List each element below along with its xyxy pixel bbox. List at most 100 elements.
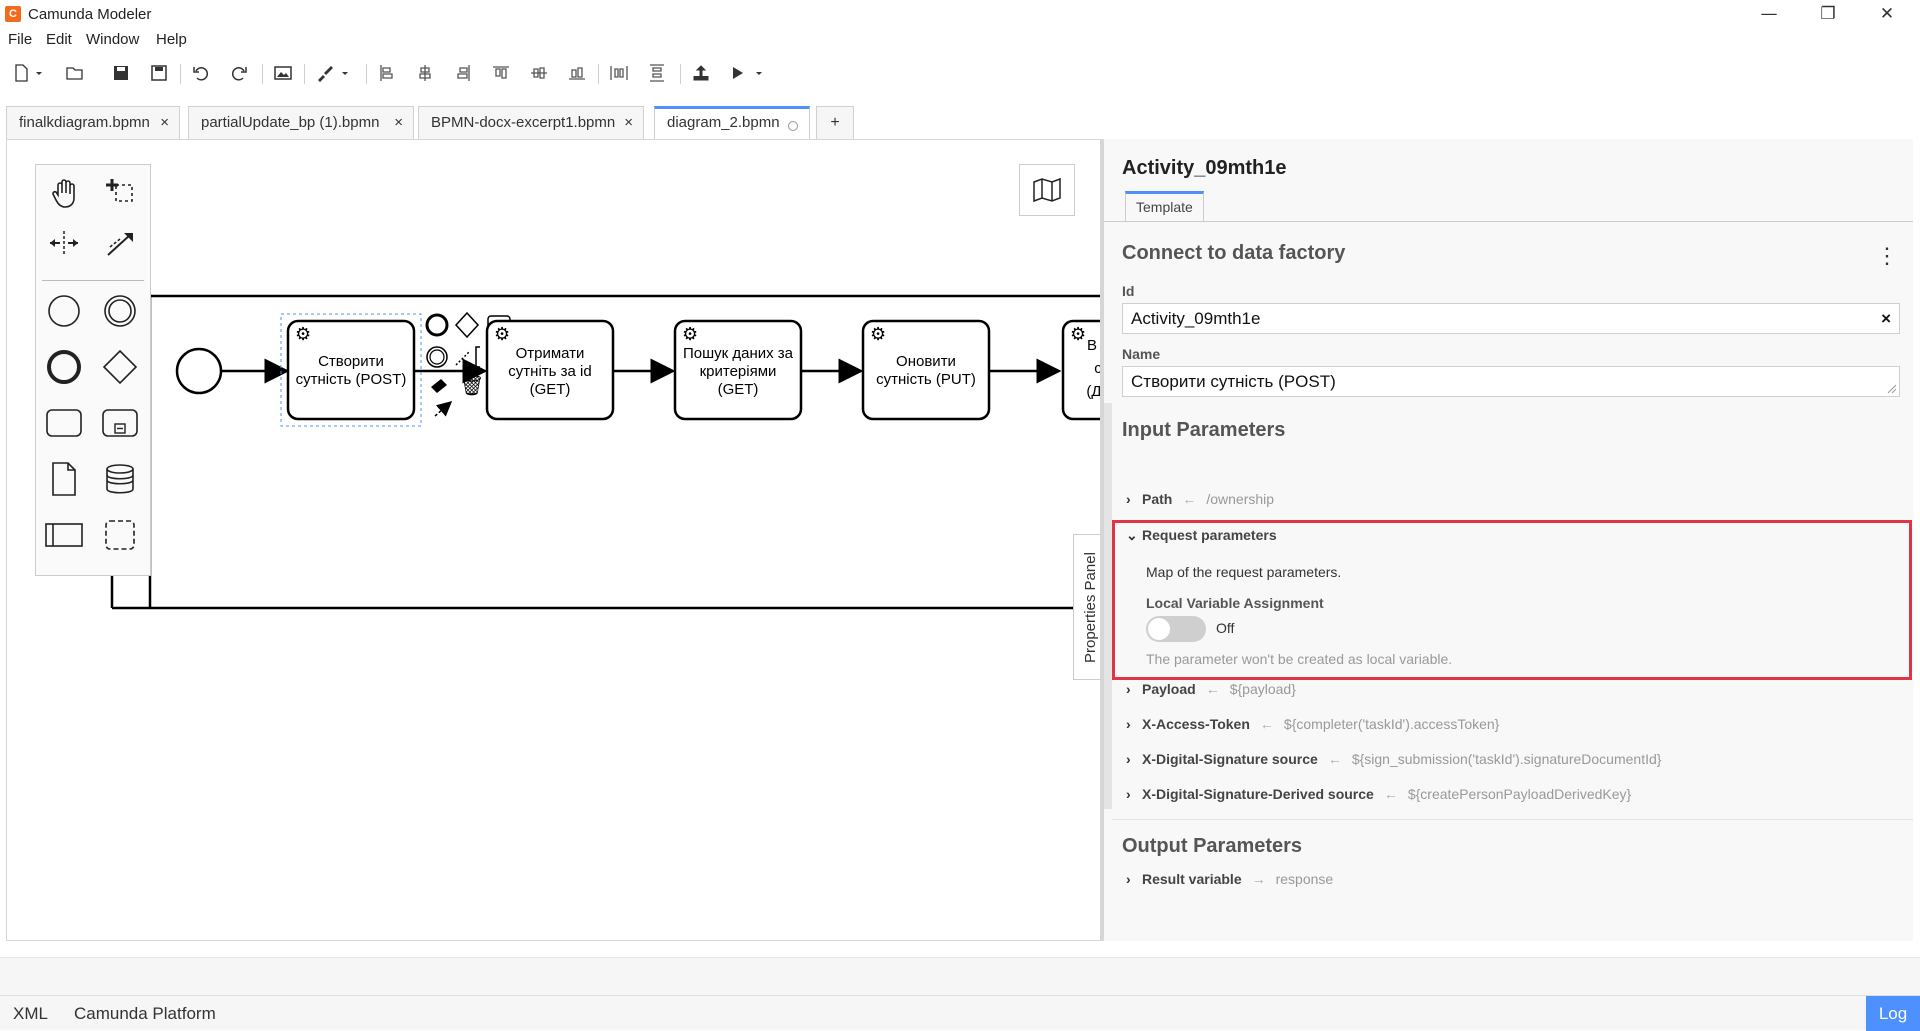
image-export-icon[interactable] — [270, 60, 296, 86]
param-request-parameters[interactable]: ⌄ Request parameters — [1126, 527, 1277, 544]
task-label: (Д — [1086, 383, 1101, 400]
close-tab-icon[interactable]: × — [624, 107, 633, 139]
local-variable-label: Local Variable Assignment — [1146, 595, 1324, 611]
param-value: ${completer('taskId').accessToken} — [1283, 716, 1500, 732]
palette-separator — [42, 280, 144, 281]
open-file-icon[interactable] — [62, 60, 88, 86]
close-tab-icon[interactable]: × — [160, 107, 169, 139]
resize-handle-icon[interactable] — [1887, 384, 1897, 394]
chevron-right-icon: › — [1126, 751, 1131, 767]
task-label: Оновити — [896, 353, 956, 370]
save-as-icon[interactable] — [146, 60, 172, 86]
tab-finalkdiagram[interactable]: finalkdiagram.bpmn × — [6, 106, 180, 139]
name-field[interactable]: Створити сутність (POST) — [1122, 366, 1900, 397]
xml-view-button[interactable]: XML — [13, 1004, 48, 1024]
new-file-dropdown-icon[interactable] — [32, 60, 46, 86]
close-tab-icon[interactable]: × — [394, 107, 403, 139]
param-result-variable[interactable]: › Result variable → response — [1126, 871, 1333, 887]
deploy-icon[interactable] — [688, 60, 714, 86]
start-event — [175, 347, 223, 395]
local-variable-toggle[interactable] — [1146, 616, 1206, 642]
distribute-horizontal-icon[interactable] — [606, 60, 632, 86]
param-name: Request parameters — [1142, 527, 1277, 543]
id-field[interactable]: Activity_09mth1e × — [1122, 303, 1900, 334]
section-divider — [1112, 819, 1913, 820]
align-center-icon[interactable] — [412, 60, 438, 86]
param-name: Path — [1142, 491, 1173, 507]
gateway-icon[interactable] — [98, 345, 142, 389]
output-parameters-title: Output Parameters — [1122, 835, 1303, 857]
menu-file[interactable]: File — [8, 31, 32, 48]
redo-icon[interactable] — [226, 60, 252, 86]
align-right-icon[interactable] — [450, 60, 476, 86]
camunda-logo-icon: C — [5, 6, 21, 22]
minimize-button[interactable]: — — [1740, 0, 1798, 28]
id-label: Id — [1122, 283, 1135, 299]
param-x-access-token[interactable]: › X-Access-Token ← ${completer('taskId').ac… — [1126, 716, 1499, 732]
chevron-down-icon: ⌄ — [1126, 527, 1138, 543]
hand-tool-icon[interactable] — [42, 171, 86, 215]
param-x-digital-signature-derived-source[interactable]: › X-Digital-Signature-Derived source ← ${cr… — [1126, 786, 1631, 802]
data-object-icon[interactable] — [42, 457, 86, 501]
tab-diagram-2[interactable]: diagram_2.bpmn — [654, 106, 810, 139]
space-tool-icon[interactable] — [42, 221, 86, 265]
subprocess-icon[interactable] — [98, 401, 142, 445]
gear-icon: ⚙ — [682, 324, 698, 345]
intermediate-event-icon[interactable] — [98, 289, 142, 333]
lasso-tool-icon[interactable] — [98, 171, 142, 215]
task-icon[interactable] — [42, 401, 86, 445]
align-top-icon[interactable] — [488, 60, 514, 86]
pool-participant-icon[interactable] — [42, 513, 86, 557]
align-middle-icon[interactable] — [526, 60, 552, 86]
global-connect-tool-icon[interactable] — [98, 221, 142, 265]
toolbar-separator — [598, 64, 599, 84]
data-store-icon[interactable] — [98, 457, 142, 501]
maximize-button[interactable]: ❐ — [1799, 0, 1857, 28]
tab-bpmn-docx-excerpt1[interactable]: BPMN-docx-excerpt1.bpmn × — [418, 106, 644, 139]
task-label: с — [1094, 360, 1101, 377]
tab-template[interactable]: Template — [1125, 191, 1204, 221]
tab-partialupdate[interactable]: partialUpdate_bp (1).bpmn × — [188, 106, 414, 139]
bpmn-diagram[interactable]: ⚙ 🗑 ⚙ ⚙ ⚙ ⚙ Створити сутність (POST) Отр… — [7, 140, 1101, 941]
gear-icon: ⚙ — [870, 324, 886, 345]
group-title: Connect to data factory — [1122, 242, 1346, 264]
menu-edit[interactable]: Edit — [46, 31, 72, 48]
save-icon[interactable] — [108, 60, 134, 86]
new-file-icon[interactable] — [8, 60, 34, 86]
task-label: сутність (PUT) — [876, 371, 976, 388]
status-bar: XML Camunda Platform Log — [0, 995, 1920, 1031]
append-gateway-icon — [454, 311, 480, 339]
param-path[interactable]: › Path ← /ownership — [1126, 491, 1274, 507]
clear-id-icon[interactable]: × — [1881, 304, 1891, 333]
menu-help[interactable]: Help — [156, 31, 187, 48]
menu-window[interactable]: Window — [86, 31, 139, 48]
align-left-icon[interactable] — [374, 60, 400, 86]
properties-panel-toggle[interactable]: Properties Panel — [1073, 534, 1100, 680]
run-dropdown-icon[interactable] — [752, 60, 766, 86]
color-dropdown-icon[interactable] — [338, 60, 352, 86]
distribute-vertical-icon[interactable] — [644, 60, 670, 86]
align-bottom-icon[interactable] — [564, 60, 590, 86]
param-payload[interactable]: › Payload ← ${payload} — [1126, 681, 1296, 697]
group-icon[interactable] — [98, 513, 142, 557]
param-value: ${createPersonPayloadDerivedKey} — [1407, 786, 1632, 802]
minimap-toggle-button[interactable] — [1019, 164, 1075, 216]
tab-label: partialUpdate_bp (1).bpmn — [201, 114, 380, 131]
close-window-button[interactable]: ✕ — [1858, 0, 1916, 28]
run-icon[interactable] — [724, 60, 750, 86]
toggle-knob — [1148, 618, 1170, 640]
param-x-digital-signature-source[interactable]: › X-Digital-Signature source ← ${sign_submi… — [1126, 751, 1661, 767]
param-value: response — [1275, 871, 1334, 887]
execution-platform-label[interactable]: Camunda Platform — [74, 1004, 216, 1024]
add-tab-button[interactable]: + — [816, 106, 854, 139]
tab-divider — [1104, 221, 1913, 222]
log-button[interactable]: Log — [1866, 996, 1920, 1031]
task-label: критеріями — [700, 363, 777, 380]
start-event-icon[interactable] — [42, 289, 86, 333]
color-brush-icon[interactable] — [312, 60, 338, 86]
undo-icon[interactable] — [188, 60, 214, 86]
arrow-right-icon: → — [1251, 871, 1266, 887]
diagram-canvas[interactable]: ⚙ 🗑 ⚙ ⚙ ⚙ ⚙ Створити сутність (POST) Отр… — [6, 139, 1101, 941]
end-event-icon[interactable] — [42, 345, 86, 389]
more-options-icon[interactable]: ⋮ — [1876, 243, 1898, 269]
